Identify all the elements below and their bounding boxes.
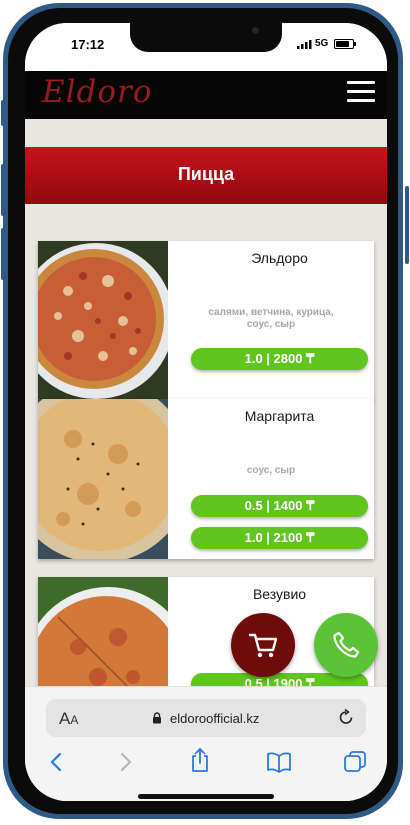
shopping-cart-icon [248,633,278,658]
call-button[interactable] [314,613,378,677]
product-name[interactable]: Эльдоро [168,250,387,266]
menu-hamburger-icon[interactable] [347,81,375,103]
share-icon[interactable] [189,747,211,773]
price-button[interactable]: 1.0 | 2800 ₸ [191,348,368,370]
product-image[interactable] [38,399,168,559]
lock-icon [153,712,161,724]
battery-icon [334,39,356,49]
phone-icon [333,631,360,658]
battery-level [336,41,349,47]
network-label: 5G [315,38,329,49]
product-image[interactable] [38,241,168,401]
site-header: Eldoro [25,71,387,119]
status-time: 17:12 [71,37,105,52]
back-icon[interactable] [48,751,64,773]
site-logo[interactable]: Eldoro [42,74,153,110]
bookmarks-icon[interactable] [266,751,292,773]
front-camera [252,27,259,34]
price-button[interactable]: 0.5 | 1400 ₸ [191,495,368,517]
cart-button[interactable] [231,613,295,677]
forward-icon[interactable] [118,751,134,773]
product-card[interactable]: Маргарита соус, сыр 0.5 | 1400 ₸ 1.0 | 2… [38,399,374,559]
phone-side-button-power [405,186,409,264]
product-name[interactable]: Маргарита [168,408,387,424]
status-bar: 17:12 5G [25,23,387,71]
home-indicator[interactable] [138,794,274,799]
signal-icon [297,40,312,49]
category-banner: Пицца [25,147,387,204]
aa-label: A [59,709,71,728]
product-description: соус, сыр [246,465,296,476]
url-text[interactable]: eldoroofficial.kz [170,711,259,726]
notch [130,23,282,52]
browser-toolbar: AA eldoroofficial.kz [25,686,387,801]
phone-screen: 17:12 5G Eldoro Пицца Эльдоро салями, ве… [25,23,387,801]
category-title: Пицца [177,164,235,184]
price-button[interactable]: 1.0 | 2100 ₸ [191,527,368,549]
product-description: салями, ветчина, курица, соус, сыр [208,307,334,330]
product-card[interactable]: Эльдоро салями, ветчина, курица, соус, с… [38,241,374,401]
address-bar[interactable]: AA eldoroofficial.kz [46,699,366,737]
aa-label-small: A [70,713,79,727]
text-size-button[interactable]: AA [59,709,78,729]
phone-side-button-top [1,100,5,126]
phone-side-button-volume-up [1,164,5,216]
product-name[interactable]: Везувио [168,586,387,602]
tabs-icon[interactable] [343,750,367,774]
reload-icon[interactable] [336,708,356,728]
phone-side-button-volume-down [1,228,5,280]
